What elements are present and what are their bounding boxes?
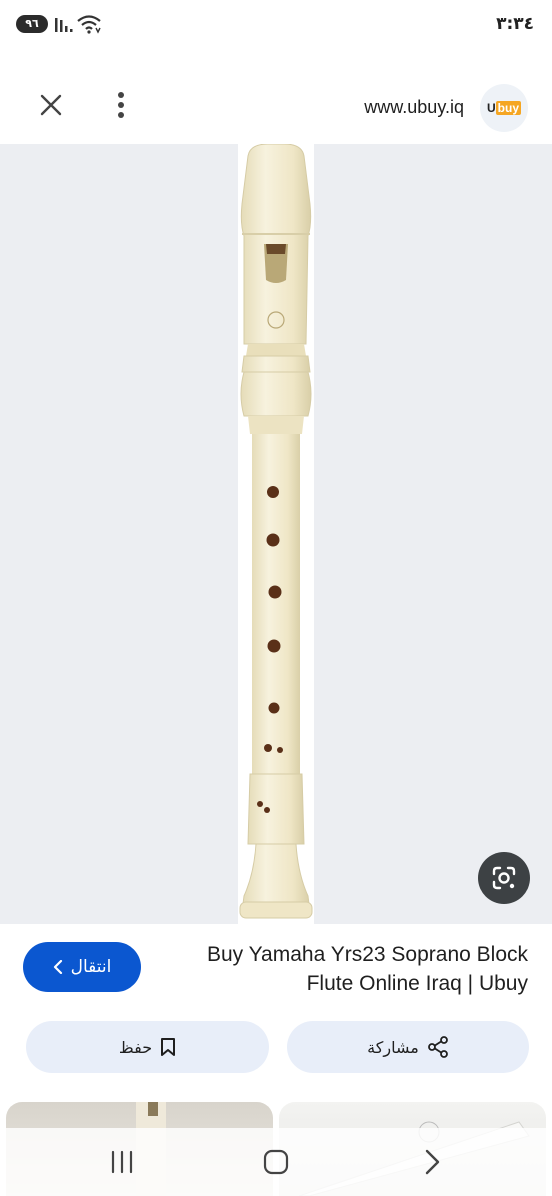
visit-button-label: انتقال — [70, 957, 112, 977]
site-domain[interactable]: www.ubuy.iq — [364, 97, 464, 118]
close-icon — [40, 94, 62, 116]
battery-indicator: ٩٦ — [16, 15, 48, 33]
share-button[interactable]: مشاركة — [287, 1021, 529, 1073]
save-button[interactable]: حفظ — [26, 1021, 269, 1073]
browser-header: www.ubuy.iq Ubuy — [0, 62, 552, 144]
signal-icon — [55, 18, 73, 32]
back-icon[interactable] — [420, 1148, 444, 1176]
site-logo: Ubuy — [480, 84, 528, 132]
save-button-label: حفظ — [118, 1037, 153, 1057]
more-options-button[interactable] — [106, 86, 136, 124]
status-bar: ٩٦ ٣:٣٤ — [0, 0, 552, 52]
system-nav-bar — [0, 1128, 552, 1196]
google-lens-icon — [492, 866, 516, 890]
home-icon[interactable] — [263, 1149, 289, 1175]
result-title[interactable]: Buy Yamaha Yrs23 Soprano Block Flute Onl… — [168, 940, 528, 998]
clock: ٣:٣٤ — [496, 14, 534, 34]
close-button[interactable] — [32, 86, 70, 124]
product-image[interactable] — [238, 144, 314, 924]
wifi-icon — [77, 15, 101, 34]
share-button-label: مشاركة — [367, 1037, 419, 1057]
recorder-flute-image — [239, 144, 313, 919]
recent-apps-icon[interactable] — [108, 1150, 136, 1174]
bookmark-icon — [161, 1038, 176, 1056]
visit-button[interactable]: انتقال — [23, 942, 141, 992]
image-preview[interactable] — [0, 144, 552, 924]
more-vert-icon — [118, 92, 124, 118]
chevron-left-icon — [53, 960, 62, 974]
share-icon — [427, 1036, 448, 1058]
google-lens-button[interactable] — [478, 852, 530, 904]
